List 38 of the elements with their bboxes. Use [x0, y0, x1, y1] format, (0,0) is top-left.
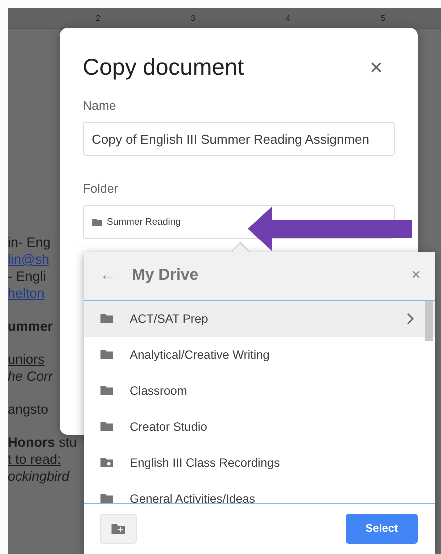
- document-text: ockingbird: [8, 468, 70, 485]
- folder-item[interactable]: ACT/SAT Prep: [84, 301, 435, 337]
- document-text: ummer: [8, 318, 54, 335]
- chevron-icon: [407, 313, 415, 325]
- ruler-number: 3: [191, 14, 196, 22]
- folder-label: Folder: [83, 182, 118, 196]
- folder-item[interactable]: Creator Studio: [84, 409, 435, 445]
- shared-folder-icon: [100, 457, 114, 469]
- document-text: Honors stu: [8, 434, 78, 451]
- document-text: uniors: [8, 351, 45, 368]
- folder-icon: [100, 313, 114, 325]
- folder-item[interactable]: English III Class Recordings: [84, 445, 435, 481]
- folder-icon: [100, 385, 114, 397]
- document-text: angsto: [8, 401, 49, 418]
- folder-icon: [100, 349, 114, 361]
- document-text: in- Eng: [8, 234, 51, 251]
- close-button[interactable]: ×: [370, 54, 395, 80]
- name-label: Name: [83, 99, 116, 113]
- folder-icon: [92, 218, 103, 226]
- folder-field[interactable]: Summer Reading: [83, 205, 395, 239]
- dialog-title: Copy document: [83, 54, 244, 81]
- document-text: t to read:: [8, 451, 62, 468]
- ruler-number: 5: [381, 14, 386, 22]
- folder-item[interactable]: General Activities/Ideas: [84, 481, 435, 503]
- folder-item[interactable]: Analytical/Creative Writing: [84, 337, 435, 373]
- scrollbar[interactable]: [425, 301, 433, 341]
- name-field[interactable]: Copy of English III Summer Reading Assignmen: [83, 122, 395, 156]
- document-text: - Engli: [8, 268, 46, 285]
- select-button[interactable]: Select: [346, 514, 418, 544]
- folder-icon: [100, 493, 114, 503]
- document-text: he Corr: [8, 368, 54, 385]
- ruler-number: 4: [286, 14, 292, 22]
- new-folder-button[interactable]: [100, 514, 137, 544]
- new-folder-icon: [111, 523, 126, 535]
- folder-icon: [100, 421, 114, 433]
- picker-title: My Drive: [132, 267, 200, 285]
- folder-item[interactable]: Classroom: [84, 373, 435, 409]
- ruler-number: 2: [96, 14, 102, 22]
